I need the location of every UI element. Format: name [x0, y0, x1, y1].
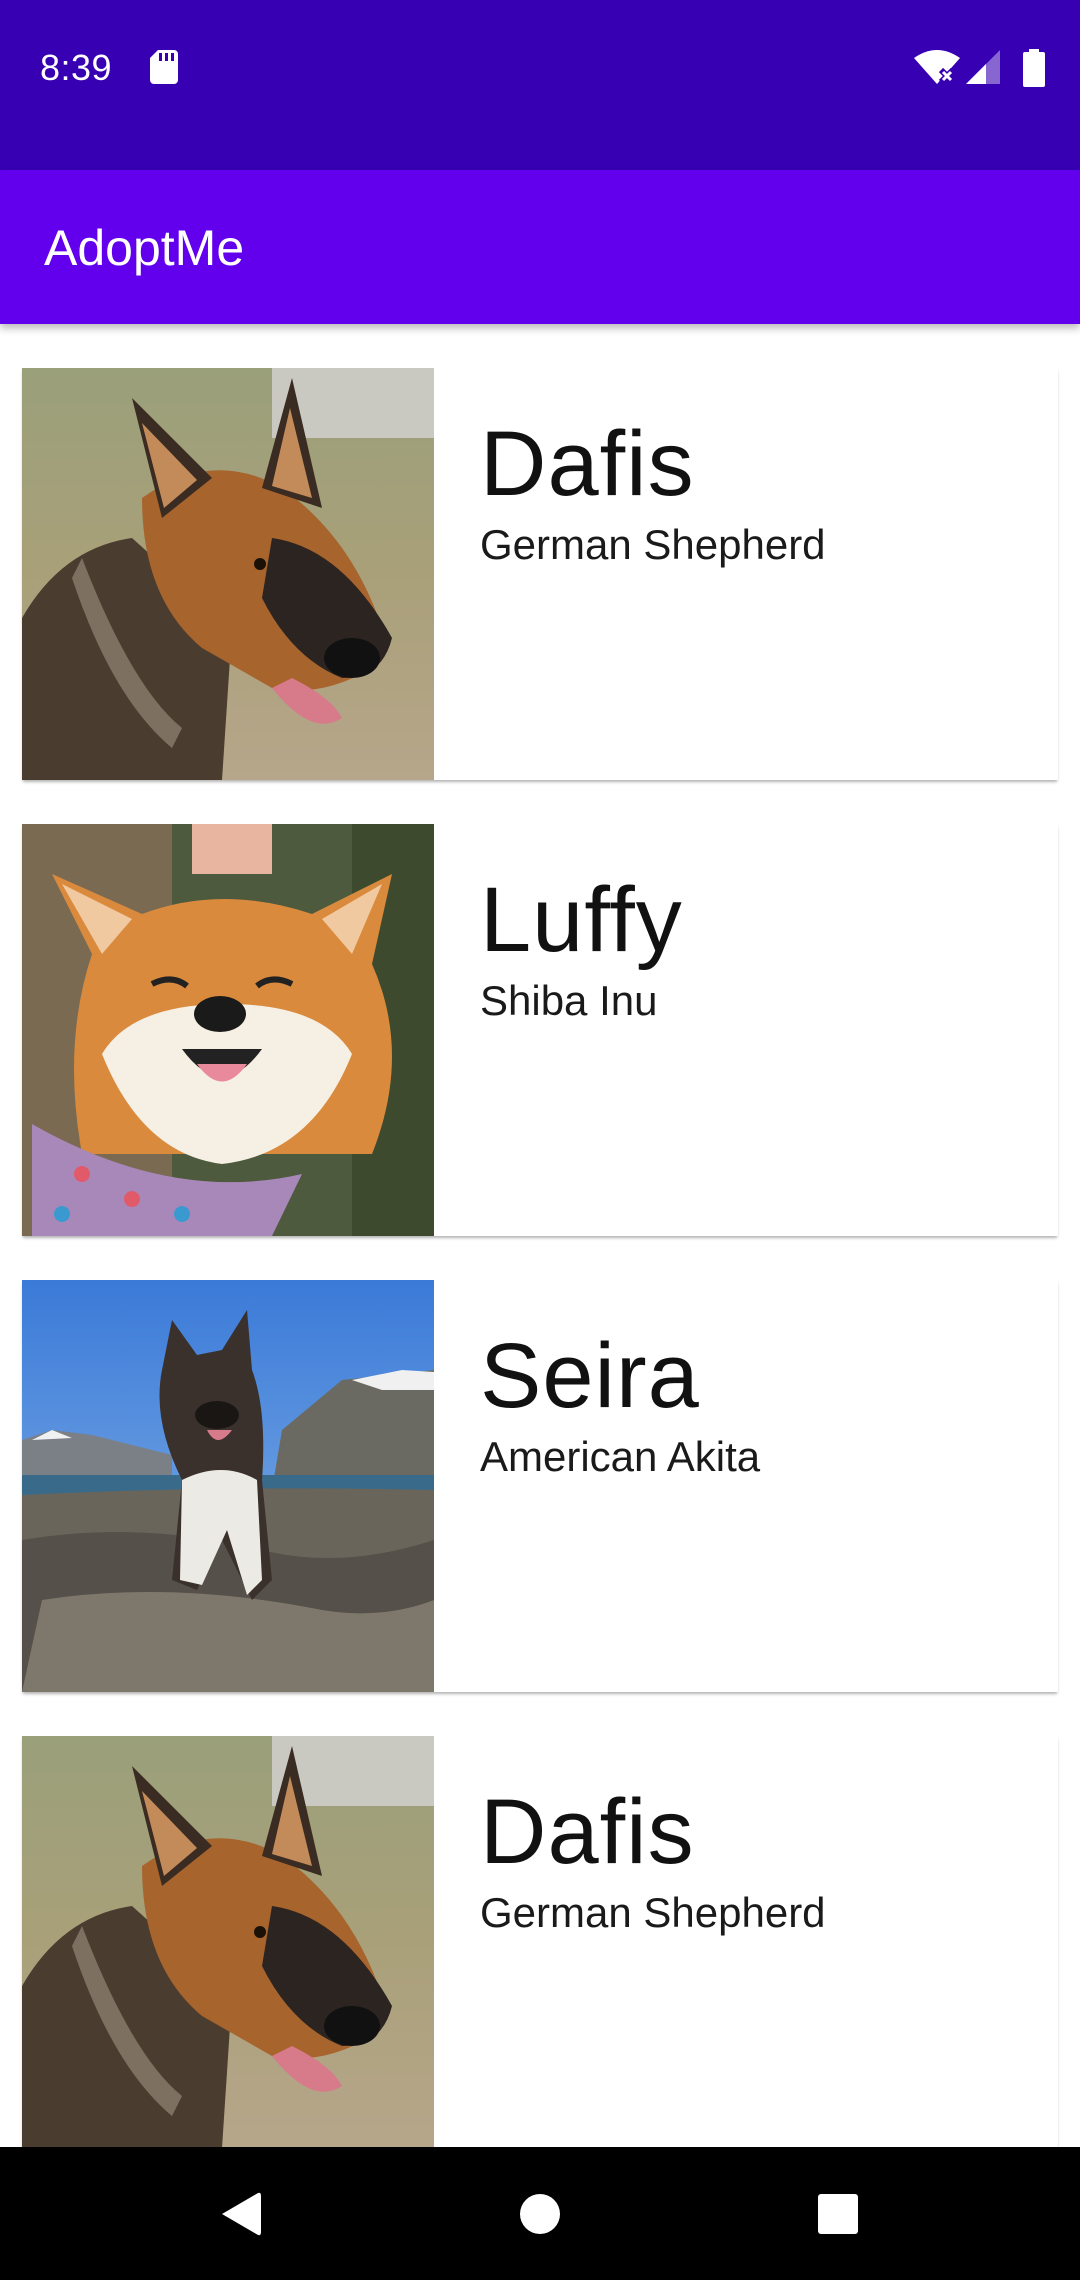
navigation-bar	[0, 2147, 1080, 2280]
pet-card[interactable]: Luffy Shiba Inu	[22, 824, 1058, 1236]
pet-breed: American Akita	[480, 1433, 761, 1480]
german-shepherd-photo	[22, 1736, 434, 2148]
back-icon	[222, 2192, 261, 2236]
status-time: 8:39	[40, 47, 113, 88]
pet-card[interactable]: Seira American Akita	[22, 1280, 1058, 1692]
wifi-off-icon	[914, 50, 960, 85]
recents-icon	[818, 2194, 858, 2234]
pet-name: Dafis	[480, 1781, 695, 1883]
home-button[interactable]	[507, 2181, 573, 2247]
battery-icon	[1023, 49, 1045, 87]
sd-card-icon	[150, 50, 178, 84]
pet-name: Luffy	[480, 869, 683, 971]
pet-card[interactable]: Dafis German Shepherd	[22, 1736, 1058, 2148]
app-bar: AdoptMe	[0, 170, 1080, 324]
status-bar: 8:39	[0, 0, 1080, 170]
back-button[interactable]	[207, 2181, 273, 2247]
pet-name: Seira	[480, 1325, 700, 1427]
recents-button[interactable]	[805, 2181, 871, 2247]
app-title: AdoptMe	[44, 220, 245, 276]
shiba-inu-photo	[22, 824, 434, 1236]
cell-signal-icon	[966, 50, 1000, 84]
american-akita-photo	[22, 1280, 434, 1692]
pet-breed: German Shepherd	[480, 1889, 826, 1936]
home-icon	[520, 2194, 560, 2234]
pet-breed: Shiba Inu	[480, 977, 658, 1024]
status-icons	[914, 48, 1046, 88]
pet-list[interactable]: Dafis German Shepherd Luffy Shiba Inu Se…	[22, 368, 1058, 2148]
pet-breed: German Shepherd	[480, 521, 826, 568]
german-shepherd-photo	[22, 368, 434, 780]
pet-card[interactable]: Dafis German Shepherd	[22, 368, 1058, 780]
pet-name: Dafis	[480, 413, 695, 515]
